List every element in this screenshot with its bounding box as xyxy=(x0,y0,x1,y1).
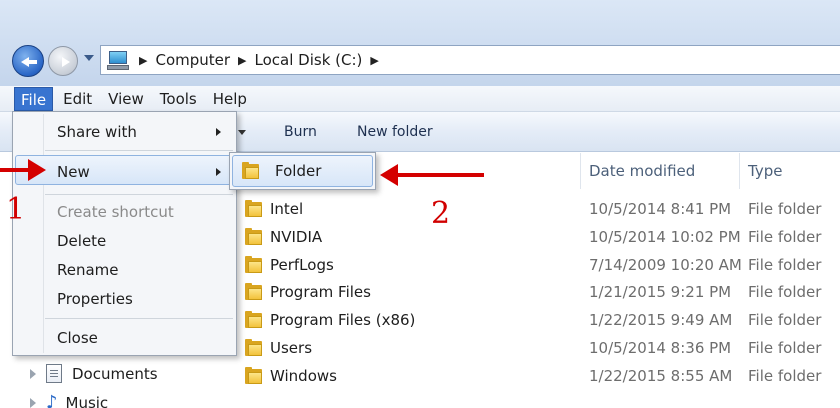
file-date-modified: 10/5/2014 8:41 PM xyxy=(589,200,732,218)
file-name[interactable]: NVIDIA xyxy=(270,228,322,246)
menu-separator xyxy=(45,194,233,195)
submenu-arrow-icon xyxy=(216,128,221,136)
breadcrumb-computer[interactable]: Computer xyxy=(155,51,230,69)
file-date-modified: 1/21/2015 9:21 PM xyxy=(589,283,732,301)
file-type: File folder xyxy=(748,200,822,218)
annotation-arrow-1-icon xyxy=(28,159,46,181)
menu-item-share-with[interactable]: Share with xyxy=(57,123,137,141)
column-divider[interactable] xyxy=(580,153,581,189)
menu-item-delete[interactable]: Delete xyxy=(57,232,106,250)
back-arrow-icon[interactable] xyxy=(12,45,44,77)
annotation-step-1: 1 xyxy=(6,192,26,227)
nav-item-label: Documents xyxy=(72,364,158,383)
folder-icon xyxy=(242,162,259,179)
file-menu-dropdown: Share with New Create shortcut Delete Re… xyxy=(12,111,237,356)
menu-item-create-shortcut: Create shortcut xyxy=(57,203,174,221)
nav-item-label: Music xyxy=(65,393,109,408)
nav-item-documents[interactable]: Documents xyxy=(30,364,158,383)
folder-icon xyxy=(245,283,262,300)
file-name[interactable]: PerfLogs xyxy=(270,256,334,274)
menu-separator xyxy=(45,318,233,319)
nav-item-music[interactable]: ♪ Music xyxy=(30,392,108,408)
submenu-arrow-icon xyxy=(216,168,221,176)
folder-icon xyxy=(245,200,262,217)
folder-icon xyxy=(245,367,262,384)
annotation-step-2: 2 xyxy=(431,196,451,231)
file-name[interactable]: Program Files (x86) xyxy=(270,311,415,329)
menu-item-new[interactable]: New xyxy=(57,163,90,181)
file-name[interactable]: Users xyxy=(270,339,312,357)
folder-icon xyxy=(245,311,262,328)
breadcrumb-separator-icon[interactable]: ▶ xyxy=(139,54,147,67)
file-type: File folder xyxy=(748,311,822,329)
expand-arrow-icon[interactable] xyxy=(30,397,36,408)
address-bar[interactable]: ▶ Computer ▶ Local Disk (C:) ▶ xyxy=(100,45,840,75)
organize-dropdown-chevron-icon[interactable] xyxy=(238,130,246,135)
forward-arrow-icon[interactable] xyxy=(48,46,78,76)
menu-view[interactable]: View xyxy=(102,87,150,111)
file-date-modified: 7/14/2009 10:20 AM xyxy=(589,256,742,274)
submenu-item-folder[interactable]: Folder xyxy=(275,162,321,180)
breadcrumb-separator-icon[interactable]: ▶ xyxy=(370,54,378,67)
menu-tools[interactable]: Tools xyxy=(154,87,203,111)
recent-pages-chevron-icon[interactable] xyxy=(84,55,94,61)
new-folder-button[interactable]: New folder xyxy=(357,124,433,140)
music-icon: ♪ xyxy=(46,392,58,408)
menu-item-properties[interactable]: Properties xyxy=(57,290,133,308)
column-divider[interactable] xyxy=(739,153,740,189)
breadcrumb-local-disk[interactable]: Local Disk (C:) xyxy=(255,51,363,69)
menu-separator xyxy=(45,150,233,151)
column-header-date-modified[interactable]: Date modified xyxy=(589,153,695,189)
file-type: File folder xyxy=(748,228,822,246)
folder-icon xyxy=(245,339,262,356)
menu-item-rename[interactable]: Rename xyxy=(57,261,119,279)
menu-item-close[interactable]: Close xyxy=(57,329,98,347)
menu-help[interactable]: Help xyxy=(207,87,253,111)
expand-arrow-icon[interactable] xyxy=(30,368,36,379)
annotation-arrow-2-shaft xyxy=(396,173,484,177)
folder-icon xyxy=(245,228,262,245)
file-name[interactable]: Program Files xyxy=(270,283,371,301)
menu-bar: File Edit View Tools Help xyxy=(0,86,840,112)
new-submenu: Folder xyxy=(229,152,376,190)
file-name[interactable]: Intel xyxy=(270,200,303,218)
menu-file[interactable]: File xyxy=(14,86,54,111)
file-name[interactable]: Windows xyxy=(270,367,337,385)
file-type: File folder xyxy=(748,339,822,357)
window-title-area: ▶ Computer ▶ Local Disk (C:) ▶ xyxy=(0,0,840,86)
documents-icon xyxy=(46,364,62,383)
file-date-modified: 1/22/2015 8:55 AM xyxy=(589,367,733,385)
file-date-modified: 10/5/2014 10:02 PM xyxy=(589,228,741,246)
folder-icon xyxy=(245,256,262,273)
file-type: File folder xyxy=(748,256,822,274)
menu-item-highlight xyxy=(15,155,234,185)
column-header-type[interactable]: Type xyxy=(748,153,782,189)
burn-button[interactable]: Burn xyxy=(284,124,317,140)
file-date-modified: 1/22/2015 9:49 AM xyxy=(589,311,733,329)
annotation-arrow-1-shaft xyxy=(0,168,30,172)
file-type: File folder xyxy=(748,283,822,301)
computer-icon xyxy=(107,50,129,70)
breadcrumb-separator-icon[interactable]: ▶ xyxy=(238,54,246,67)
menu-edit[interactable]: Edit xyxy=(57,87,98,111)
file-type: File folder xyxy=(748,367,822,385)
file-date-modified: 10/5/2014 8:36 PM xyxy=(589,339,732,357)
